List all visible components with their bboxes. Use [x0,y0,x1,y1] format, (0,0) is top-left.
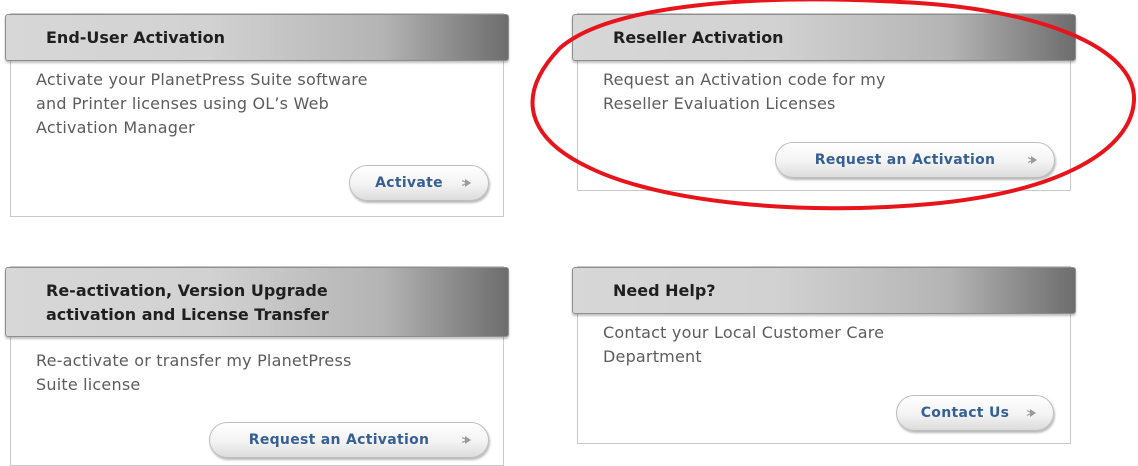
card-description: Re-activate or transfer my PlanetPress S… [36,351,352,394]
card-reactivation: Re-activation, Version Upgrade activatio… [5,266,509,466]
card-header: Re-activation, Version Upgrade activatio… [5,267,509,337]
button-label: Contact Us [920,405,1010,421]
button-label: Activate [375,175,443,191]
card-header: End-User Activation [5,14,509,61]
button-label: Request an Activation [248,432,430,448]
chevron-right-icon [1027,409,1036,417]
contact-us-button[interactable]: Contact Us [896,395,1054,431]
card-end-user-activation: End-User Activation Activate your Planet… [5,13,509,217]
request-activation-button[interactable]: Request an Activation [775,142,1055,178]
card-header: Reseller Activation [572,14,1076,61]
card-description: Request an Activation code for my Resell… [603,70,886,113]
card-title: Reseller Activation [613,27,784,47]
request-activation-button[interactable]: Request an Activation [209,422,489,458]
button-label: Request an Activation [814,152,996,168]
chevron-right-icon [462,179,471,187]
card-title: Need Help? [613,280,716,300]
card-need-help: Need Help? Contact your Local Customer C… [572,266,1076,444]
chevron-right-icon [462,436,471,444]
card-description: Activate your PlanetPress Suite software… [36,70,368,137]
card-title: Re-activation, Version Upgrade activatio… [46,281,329,324]
card-description: Contact your Local Customer Care Departm… [603,323,885,366]
card-header: Need Help? [572,267,1076,314]
activate-button[interactable]: Activate [349,165,489,201]
card-reseller-activation: Reseller Activation Request an Activatio… [572,13,1076,191]
chevron-right-icon [1028,156,1037,164]
card-title: End-User Activation [46,27,225,47]
